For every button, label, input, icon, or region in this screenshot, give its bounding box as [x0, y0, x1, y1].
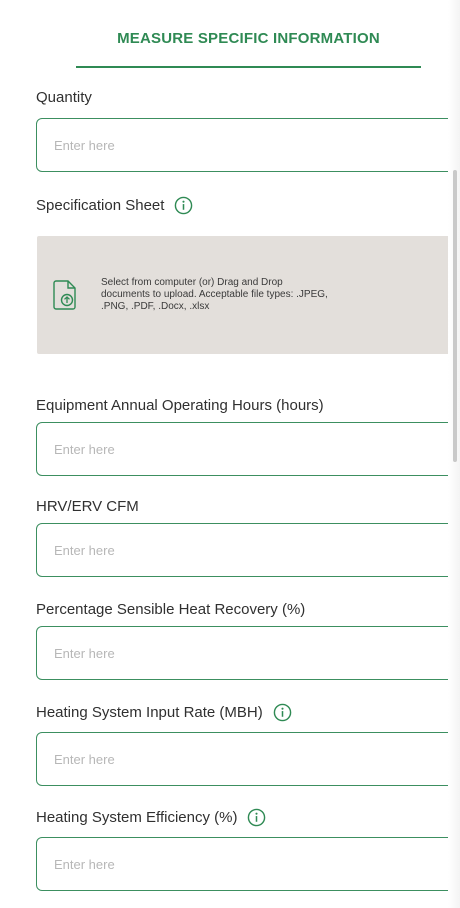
efficiency-label: Heating System Efficiency (%) — [36, 808, 266, 827]
heat-recovery-label: Percentage Sensible Heat Recovery (%) — [36, 601, 305, 618]
spec-sheet-label-text: Specification Sheet — [36, 197, 165, 214]
efficiency-label-text: Heating System Efficiency (%) — [36, 809, 238, 826]
input-rate-field[interactable] — [36, 732, 460, 786]
file-upload-icon — [53, 280, 76, 310]
heat-recovery-input[interactable] — [37, 627, 460, 679]
input-rate-label-text: Heating System Input Rate (MBH) — [36, 704, 263, 721]
quantity-field[interactable] — [36, 118, 460, 172]
measure-info-panel: MEASURE SPECIFIC INFORMATION Quantity Sp… — [0, 0, 460, 908]
info-icon[interactable] — [273, 703, 292, 722]
quantity-label-text: Quantity — [36, 89, 92, 106]
info-icon[interactable] — [247, 808, 266, 827]
quantity-label: Quantity — [36, 89, 92, 106]
vertical-scrollbar[interactable] — [453, 170, 457, 462]
spec-sheet-label: Specification Sheet — [36, 196, 193, 215]
cfm-label-text: HRV/ERV CFM — [36, 498, 139, 515]
operating-hours-label: Equipment Annual Operating Hours (hours) — [36, 397, 324, 414]
cfm-label: HRV/ERV CFM — [36, 498, 139, 515]
operating-hours-label-text: Equipment Annual Operating Hours (hours) — [36, 397, 324, 414]
section-title: MEASURE SPECIFIC INFORMATION — [117, 30, 380, 47]
cfm-field[interactable] — [36, 523, 460, 577]
cfm-input[interactable] — [37, 524, 460, 576]
input-rate-input[interactable] — [37, 733, 460, 785]
input-rate-label: Heating System Input Rate (MBH) — [36, 703, 292, 722]
info-icon[interactable] — [174, 196, 193, 215]
efficiency-field[interactable] — [36, 837, 460, 891]
heat-recovery-field[interactable] — [36, 626, 460, 680]
operating-hours-field[interactable] — [36, 422, 460, 476]
efficiency-input[interactable] — [37, 838, 460, 890]
upload-instructions: Select from computer (or) Drag and Drop … — [101, 277, 328, 312]
section-title-underline — [76, 66, 421, 68]
file-upload-dropzone[interactable]: Select from computer (or) Drag and Drop … — [37, 236, 450, 354]
heat-recovery-label-text: Percentage Sensible Heat Recovery (%) — [36, 601, 306, 618]
operating-hours-input[interactable] — [37, 423, 460, 475]
quantity-input[interactable] — [37, 119, 460, 171]
